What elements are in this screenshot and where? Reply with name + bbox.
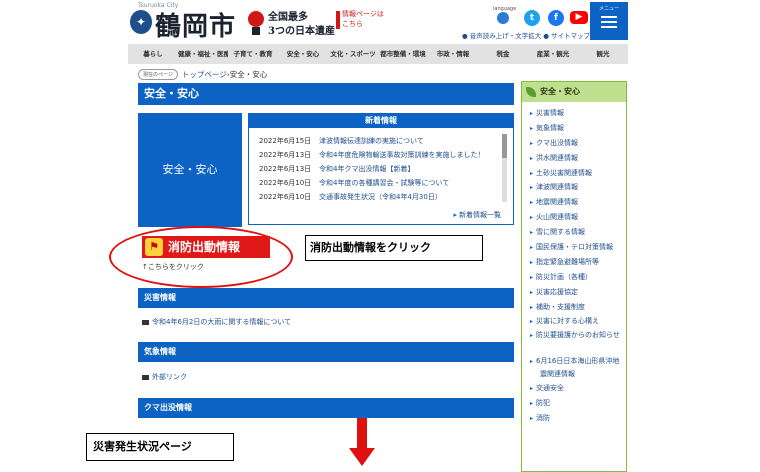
news-date: 2022年6月15日 — [259, 137, 312, 145]
sidebar-title: 安全・安心 — [540, 87, 580, 96]
sidebar-list: 災害情報 気象情報 クマ出没情報 洪水関連情報 土砂災害関連情報 津波関連情報 … — [522, 102, 626, 426]
sidebar-item[interactable]: 津波関連情報 — [530, 180, 626, 195]
nav-item-safety[interactable]: 安全・安心 — [278, 44, 328, 64]
page-title: 安全・安心 — [138, 83, 514, 105]
news-item[interactable]: 2022年6月13日 令和4年クマ出没情報【新着】 — [249, 162, 499, 176]
menu-label: メニュー — [598, 6, 619, 12]
news-item[interactable]: 2022年6月13日 令和4年度危険物輸送事故対策訓練を実施しました！ — [249, 148, 499, 162]
fire-dispatch-banner[interactable]: ⚑ 消防出動情報 — [142, 236, 270, 258]
down-arrow-icon — [357, 418, 367, 450]
next-page-label: 災害発生状況ページ — [86, 433, 234, 461]
news-header: 新着情報 — [249, 114, 513, 128]
breadcrumb-current-page-label: 現在のページ — [138, 69, 178, 80]
news-item[interactable]: 2022年6月15日 津波情報伝達訓練の実施について — [249, 134, 499, 148]
heritage-line1[interactable]: 全国最多 — [268, 8, 308, 23]
sidebar-item[interactable]: 交通安全 — [530, 381, 626, 396]
news-title-link[interactable]: 令和4年度の各種講習会・試験等について — [319, 176, 449, 190]
sidebar-item[interactable]: 消防 — [530, 411, 626, 426]
firefighter-icon: ⚑ — [145, 238, 163, 256]
sidebar-item[interactable]: 補助・支援制度 — [530, 300, 626, 315]
sidebar-item[interactable]: 火山関連情報 — [530, 210, 626, 225]
news-more-link[interactable]: 新着情報一覧 — [453, 210, 501, 220]
city-emblem-icon[interactable]: ✦ — [130, 10, 152, 34]
nav-item-industry[interactable]: 産業・観光 — [528, 44, 578, 64]
section-bear-header: クマ出没情報 — [138, 398, 514, 418]
sidebar-item[interactable]: 指定緊急避難場所等 — [530, 255, 626, 270]
nav-item-living[interactable]: 暮らし — [128, 44, 178, 64]
site-logo[interactable]: 鶴岡市 — [155, 6, 236, 43]
nav-item-tax[interactable]: 税金 — [478, 44, 528, 64]
news-date: 2022年6月10日 — [259, 193, 312, 201]
globe-icon[interactable] — [497, 12, 509, 24]
section-disaster-header: 災害情報 — [138, 288, 514, 308]
news-title-link[interactable]: 令和4年度危険物輸送事故対策訓練を実施しました！ — [319, 148, 484, 162]
breadcrumb: 現在のページ トップページ › 安全・安心 — [138, 69, 267, 80]
fire-dispatch-label: 消防出動情報 — [168, 240, 241, 254]
sidebar-item[interactable]: 災害応援協定 — [530, 285, 626, 300]
sidebar-item[interactable]: 災害情報 — [530, 106, 626, 121]
sidebar-item[interactable]: 防災計画（各種） — [530, 270, 626, 285]
heritage-icon — [248, 11, 264, 35]
sidebar-item[interactable]: 防災要援護からのお知らせ — [530, 329, 626, 355]
nav-item-health[interactable]: 健康・福祉・医療 — [178, 44, 228, 64]
sidebar-item[interactable]: クマ出没情報 — [530, 136, 626, 151]
sidebar-item[interactable]: 防犯 — [530, 396, 626, 411]
section-weather-link[interactable]: 外部リンク — [142, 372, 187, 382]
news-title-link[interactable]: 交通事故発生状況（令和4年4月30日） — [319, 190, 442, 204]
sidebar-item[interactable]: 雪に関する情報 — [530, 225, 626, 240]
sidebar: 安全・安心 災害情報 気象情報 クマ出没情報 洪水関連情報 土砂災害関連情報 津… — [521, 81, 627, 472]
nav-item-culture[interactable]: 文化・スポーツ — [328, 44, 378, 64]
nav-item-government[interactable]: 市政・情報 — [428, 44, 478, 64]
youtube-icon[interactable]: ▶ — [570, 11, 588, 24]
heritage-line2[interactable]: 3つの日本遺産 — [268, 22, 335, 37]
news-item[interactable]: 2022年6月10日 令和4年度の各種講習会・試験等について — [249, 176, 499, 190]
news-list: 2022年6月15日 津波情報伝達訓練の実施について 2022年6月13日 令和4年… — [249, 134, 499, 204]
news-scrollbar[interactable] — [502, 134, 507, 202]
section-weather-header: 気象情報 — [138, 342, 514, 362]
news-title-link[interactable]: 令和4年クマ出没情報【新着】 — [319, 162, 414, 176]
nav-item-urban[interactable]: 都市整備・環境 — [378, 44, 428, 64]
sidebar-item[interactable]: 土砂災害関連情報 — [530, 166, 626, 181]
news-date: 2022年6月13日 — [259, 151, 312, 159]
hamburger-icon — [601, 16, 617, 28]
twitter-icon[interactable]: t — [524, 10, 540, 26]
section-link-text: 外部リンク — [152, 373, 187, 381]
news-date: 2022年6月10日 — [259, 179, 312, 187]
heritage-info-link[interactable]: 情報ページは こちら — [336, 9, 386, 29]
nav-item-tourism[interactable]: 観光 — [578, 44, 628, 64]
breadcrumb-home-link[interactable]: トップページ — [182, 69, 227, 80]
sidebar-item[interactable]: 6月16日日本海山形県沖地震関連情報 — [530, 355, 626, 381]
click-here-note: ↑こちらをクリック — [142, 263, 204, 271]
folder-icon — [142, 374, 149, 380]
section-link-text: 令和4年6月2日の大雨に関する情報について — [152, 318, 292, 326]
news-panel: 新着情報 2022年6月15日 津波情報伝達訓練の実施について 2022年6月13… — [248, 113, 514, 225]
folder-icon — [142, 319, 149, 325]
sidebar-item[interactable]: 洪水関連情報 — [530, 151, 626, 166]
breadcrumb-current: 安全・安心 — [229, 70, 268, 79]
section-disaster-link[interactable]: 令和4年6月2日の大雨に関する情報について — [142, 317, 291, 327]
safety-category-box: 安全・安心 — [138, 113, 242, 227]
sidebar-item[interactable]: 地震関連情報 — [530, 195, 626, 210]
down-arrow-head — [349, 448, 375, 466]
sidebar-header: 安全・安心 — [522, 82, 626, 102]
news-item[interactable]: 2022年6月10日 交通事故発生状況（令和4年4月30日） — [249, 190, 499, 204]
global-nav: 暮らし 健康・福祉・医療 子育て・教育 安全・安心 文化・スポーツ 都市整備・環… — [128, 44, 628, 64]
instruction-callout: 消防出動情報をクリック — [305, 235, 483, 261]
nav-item-childcare[interactable]: 子育て・教育 — [228, 44, 278, 64]
sidebar-item[interactable]: 気象情報 — [530, 121, 626, 136]
accessibility-links[interactable]: ● 音声読み上げ・文字拡大 ● サイトマップ — [462, 30, 590, 40]
news-title-link[interactable]: 津波情報伝達訓練の実施について — [319, 134, 424, 148]
site-header: Tsuruoka City ✦ 鶴岡市 全国最多 3つの日本遺産 情報ページは … — [128, 0, 628, 42]
news-date: 2022年6月13日 — [259, 165, 312, 173]
sidebar-item[interactable]: 国民保護・テロ対策情報 — [530, 240, 626, 255]
sidebar-item[interactable]: 災害に対する心構え — [530, 314, 626, 329]
facebook-icon[interactable]: f — [548, 10, 564, 26]
leaf-icon — [526, 87, 536, 97]
menu-button[interactable]: メニュー — [590, 2, 628, 40]
